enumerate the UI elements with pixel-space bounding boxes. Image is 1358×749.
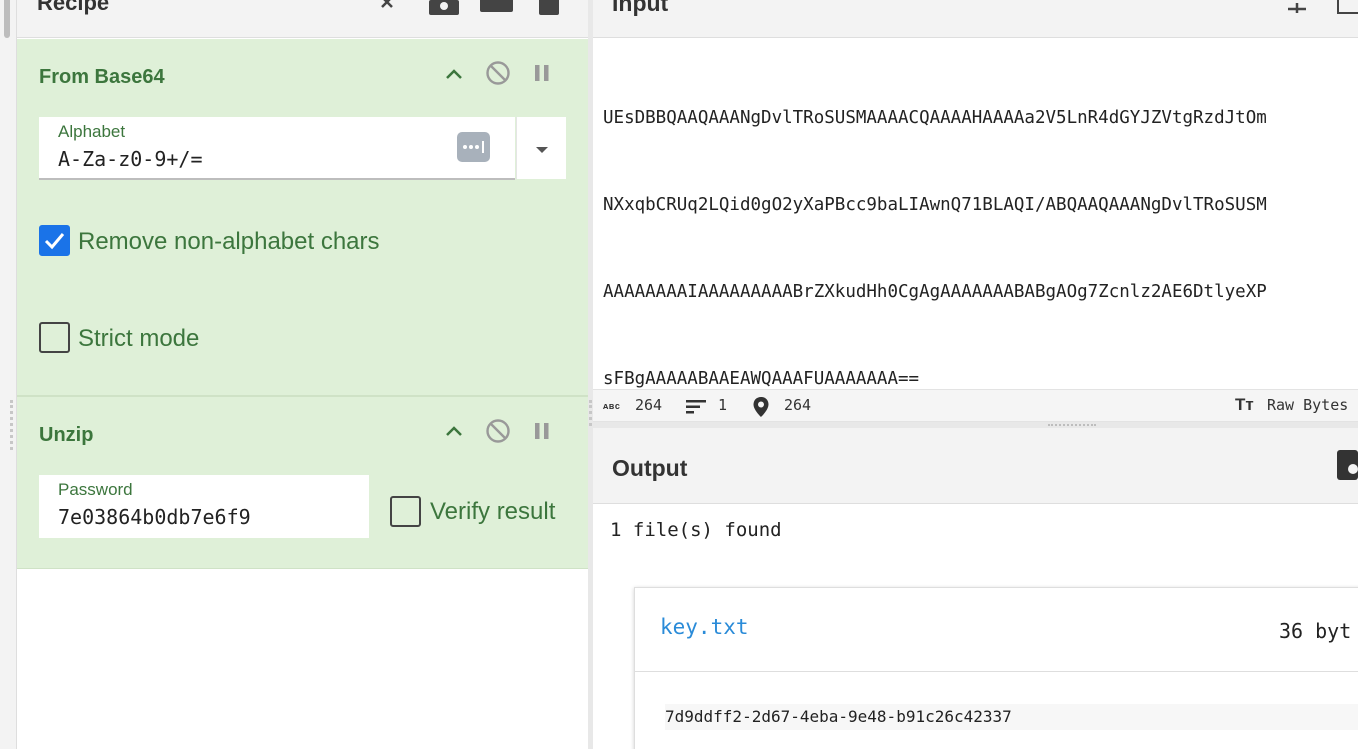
- trash-icon[interactable]: [539, 0, 559, 15]
- recipe-header: Recipe: [17, 0, 588, 38]
- strict-mode-label[interactable]: Strict mode: [78, 325, 199, 353]
- save-icon[interactable]: [429, 0, 459, 15]
- input-line: AAAAAAAAIAAAAAAAAABrZXkudHh0CgAgAAAAAAAB…: [603, 282, 1267, 302]
- disable-icon[interactable]: [485, 60, 511, 86]
- password-field[interactable]: Password 7e03864b0db7e6f9: [39, 475, 369, 538]
- close-icon[interactable]: [379, 0, 401, 10]
- input-status-bar: ᴀʙᴄ 264 1 264 Tт Raw Bytes: [593, 389, 1358, 422]
- folder-icon[interactable]: [480, 0, 513, 12]
- gutter-scroll-handle[interactable]: [4, 0, 10, 38]
- operation-unzip[interactable]: Unzip Password 7e03864b0db7e6f9 Verify r…: [17, 396, 588, 569]
- operation-from-base64[interactable]: From Base64 Alphabet A-Za-z0-9+/= Remove…: [17, 39, 588, 396]
- strict-mode-checkbox[interactable]: [39, 322, 70, 353]
- caret-down-icon: [535, 139, 549, 158]
- input-line: NXxqbCRUq2LQid0gO2yXaPBcc9baLIAwnQ71BLAQ…: [603, 195, 1267, 215]
- font-size-icon[interactable]: Tт: [1235, 395, 1254, 415]
- file-download-link[interactable]: key.txt: [660, 615, 749, 639]
- alphabet-input[interactable]: A-Za-z0-9+/=: [58, 147, 203, 171]
- lines-value: 1: [718, 396, 728, 414]
- output-summary: 1 file(s) found: [610, 519, 782, 541]
- app: Recipe From Base64 Alphabet A-Za-z0-9+/=…: [0, 0, 1358, 749]
- pause-icon[interactable]: [529, 418, 555, 444]
- remove-non-alphabet-label[interactable]: Remove non-alphabet chars: [78, 228, 380, 256]
- verify-result-checkbox[interactable]: [390, 496, 421, 527]
- input-line: UEsDBBQAAQAAANgDvlTRoSUSMAAAACQAAAAHAAAA…: [603, 108, 1267, 128]
- operation-title: Unzip: [39, 424, 94, 446]
- output-file-card: key.txt 36 byt 7d9ddff2-2d67-4eba-9e48-b…: [634, 587, 1358, 749]
- lines-icon: [686, 400, 706, 419]
- alphabet-field[interactable]: Alphabet A-Za-z0-9+/=: [39, 117, 515, 180]
- io-resize-handle[interactable]: [1048, 424, 1096, 426]
- remove-non-alphabet-checkbox[interactable]: [39, 225, 70, 256]
- verify-result-label[interactable]: Verify result: [430, 498, 555, 526]
- encoding-value[interactable]: Raw Bytes: [1267, 396, 1348, 414]
- pause-icon[interactable]: [529, 60, 555, 86]
- file-content: 7d9ddff2-2d67-4eba-9e48-b91c26c42337: [665, 704, 1358, 730]
- column-resize-handle[interactable]: [589, 400, 592, 426]
- gutter-resize-handle[interactable]: [10, 400, 13, 450]
- recipe-title: Recipe: [37, 0, 110, 15]
- recipe-panel: Recipe From Base64 Alphabet A-Za-z0-9+/=…: [17, 0, 588, 749]
- input-header: Input: [593, 0, 1358, 38]
- location-pin-icon: [753, 397, 769, 422]
- position-value: 264: [784, 396, 812, 414]
- file-card-header: key.txt 36 byt: [635, 588, 1358, 672]
- output-header: Output: [593, 428, 1358, 504]
- left-gutter: [0, 0, 17, 749]
- password-input[interactable]: 7e03864b0db7e6f9: [58, 505, 251, 529]
- file-size: 36 byt: [1279, 619, 1352, 643]
- add-icon[interactable]: [1287, 0, 1307, 13]
- chevron-up-icon[interactable]: [441, 418, 467, 444]
- password-label: Password: [58, 480, 133, 499]
- operation-title: From Base64: [39, 66, 165, 88]
- more-options-icon[interactable]: [457, 132, 490, 162]
- disable-icon[interactable]: [485, 418, 511, 444]
- length-value: 264: [635, 396, 663, 414]
- window-icon[interactable]: [1337, 0, 1358, 14]
- chevron-up-icon[interactable]: [441, 61, 467, 87]
- save-output-icon[interactable]: [1337, 450, 1358, 480]
- alphabet-label: Alphabet: [58, 122, 126, 141]
- alphabet-dropdown-button[interactable]: [516, 117, 566, 179]
- io-panel: Input UEsDBBQAAQAAANgDvlTRoSUSMAAAACQAAA…: [593, 0, 1358, 749]
- input-title: Input: [612, 0, 669, 16]
- output-title: Output: [612, 455, 688, 481]
- abc-icon: ᴀʙᴄ: [603, 401, 621, 411]
